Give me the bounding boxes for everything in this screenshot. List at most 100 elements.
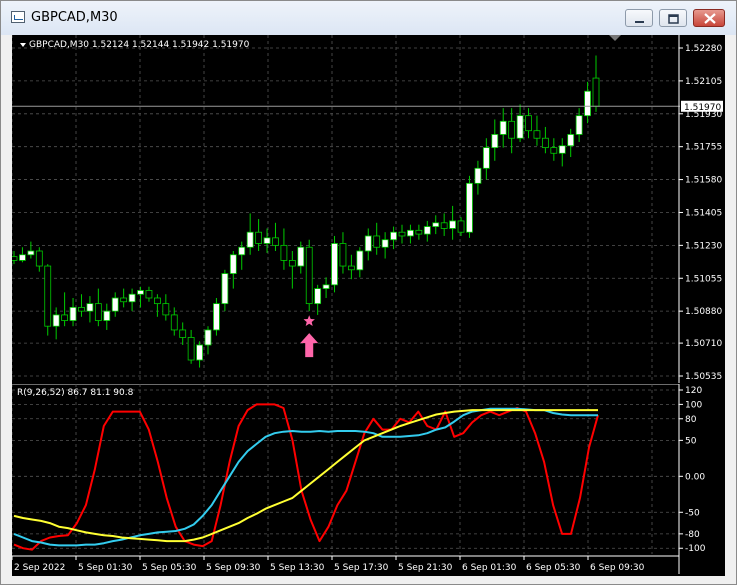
candle-body — [229, 254, 237, 274]
candle-body — [356, 250, 364, 271]
candle-body — [213, 303, 220, 331]
candle-body — [482, 147, 490, 169]
candle-body — [407, 229, 414, 237]
close-icon — [704, 13, 716, 24]
candle-body — [61, 314, 69, 321]
close-button[interactable] — [693, 9, 725, 27]
candle-body — [533, 130, 541, 139]
candle-body — [449, 220, 457, 229]
price-tick-label: 1.51230 — [685, 241, 722, 251]
indicator-tick-label: -100 — [685, 544, 706, 554]
candle-body — [128, 293, 136, 303]
candle-body — [558, 145, 566, 154]
candle-body — [516, 115, 524, 139]
star-marker-icon — [303, 315, 315, 326]
title-bar[interactable]: GBPCAD,M30 — [1, 1, 736, 35]
candle-body — [474, 167, 482, 184]
candle-body — [432, 222, 440, 227]
chart-area[interactable]: 1.52280 1.52105 1.51930 1.51755 1.51580 1.514… — [12, 35, 725, 576]
candle-body — [381, 239, 389, 248]
candle-body — [179, 329, 187, 338]
price-tick-label: 1.51580 — [685, 176, 722, 186]
candle-body — [280, 244, 288, 261]
candle-body — [137, 290, 144, 295]
time-tick-label: 6 Sep 01:30 — [462, 563, 517, 573]
chart-menu-triangle-icon[interactable] — [20, 43, 26, 47]
indicator-tick-label: 100 — [685, 400, 702, 410]
candle-body — [196, 344, 203, 361]
indicator-label: R(9,26,52) 86.7 81.1 90.8 — [17, 388, 134, 398]
price-tick-label: 1.50710 — [685, 339, 722, 349]
indicator-separator — [12, 384, 679, 385]
price-tick-label: 1.51755 — [685, 143, 722, 153]
maximize-icon — [668, 14, 679, 24]
candle-body — [272, 237, 279, 246]
indicator-series-line — [13, 403, 599, 551]
time-tick-label: 6 Sep 05:30 — [526, 563, 581, 573]
time-tick-label: 5 Sep 21:30 — [398, 563, 453, 573]
time-axis: 2 Sep 2022 5 Sep 01:30 5 Sep 05:30 5 Sep 09… — [12, 556, 645, 573]
candle-body — [305, 246, 313, 305]
candle-body — [339, 243, 347, 267]
candle-body — [364, 235, 372, 252]
candle-body — [508, 120, 516, 139]
indicator-series-line — [13, 409, 598, 543]
candle-body — [567, 134, 575, 147]
indicator-tick-label: 0.00 — [685, 472, 705, 482]
candle-body — [331, 243, 338, 286]
minimize-icon — [635, 21, 644, 23]
candle-body — [541, 137, 549, 149]
price-tick-label: 1.51055 — [685, 274, 722, 284]
price-tick-label: 1.52105 — [685, 77, 722, 87]
candle-body — [398, 231, 406, 237]
candle-body — [221, 273, 229, 305]
candle-body — [78, 306, 85, 312]
price-chart[interactable]: 1.522801.521051.519301.517551.515801.514… — [12, 35, 725, 383]
signal-markers — [300, 315, 319, 358]
arrow-up-marker-icon — [300, 333, 319, 358]
candle-body — [69, 306, 77, 321]
time-tick-label: 5 Sep 17:30 — [334, 563, 389, 573]
candle-body — [19, 254, 26, 261]
candle-body — [170, 314, 178, 331]
candle-body — [204, 329, 212, 346]
candle-body — [390, 231, 397, 241]
indicator-lines — [13, 403, 599, 551]
candle-body — [466, 182, 473, 233]
maximize-button[interactable] — [659, 9, 687, 27]
candle-body — [246, 231, 254, 248]
price-tick-label: 1.51405 — [685, 208, 722, 218]
candle-body — [44, 265, 52, 327]
price-tick-label: 1.50880 — [685, 307, 722, 317]
candle-body — [263, 237, 271, 244]
indicator-tick-label: -50 — [685, 508, 700, 518]
time-tick-label: 5 Sep 05:30 — [142, 563, 197, 573]
candle-body — [322, 284, 330, 289]
price-tick-label: 1.50535 — [685, 372, 722, 382]
candle-body — [550, 147, 558, 154]
candle-body — [423, 226, 431, 235]
candle-body — [52, 314, 60, 327]
chart-window-icon — [11, 11, 25, 23]
candle-body — [347, 265, 355, 271]
time-tick-label: 5 Sep 13:30 — [270, 563, 325, 573]
candle-body — [187, 337, 195, 361]
candle-body — [153, 297, 161, 305]
minimize-button[interactable] — [625, 9, 653, 27]
candle-body — [238, 246, 246, 256]
price-axis: 1.522801.521051.519301.517551.515801.514… — [678, 35, 722, 383]
candle-body — [86, 303, 94, 312]
candle-body — [415, 229, 423, 235]
candle-body — [111, 297, 119, 312]
chart-header: GBPCAD,M30 1.52124 1.52144 1.51942 1.519… — [29, 40, 250, 50]
indicator-chart[interactable]: 120 100 80 50 0.00 -50 -80 -100 2 Sep 2022 5 Sep… — [12, 384, 725, 574]
chart-shift-marker-icon[interactable] — [609, 35, 621, 41]
candle-body — [120, 297, 128, 303]
candle-body — [499, 120, 507, 135]
candle-body — [145, 290, 153, 299]
candle-body — [12, 256, 18, 261]
current-price-label: 1.51970 — [684, 103, 721, 113]
indicator-tick-label: 50 — [685, 436, 697, 446]
candle-body — [103, 310, 111, 321]
candle-body — [27, 250, 35, 256]
